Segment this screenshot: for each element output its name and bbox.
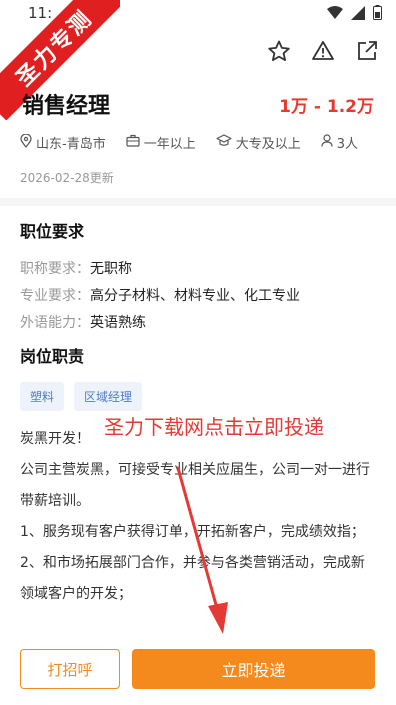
annotation-arrow: [176, 466, 228, 634]
bottom-action-bar: 打招呼 立即投递: [0, 640, 396, 705]
greet-button[interactable]: 打招呼: [20, 649, 120, 689]
apply-button[interactable]: 立即投递: [132, 649, 375, 689]
annotation-text: 圣力下载网点击立即投递: [104, 415, 324, 439]
